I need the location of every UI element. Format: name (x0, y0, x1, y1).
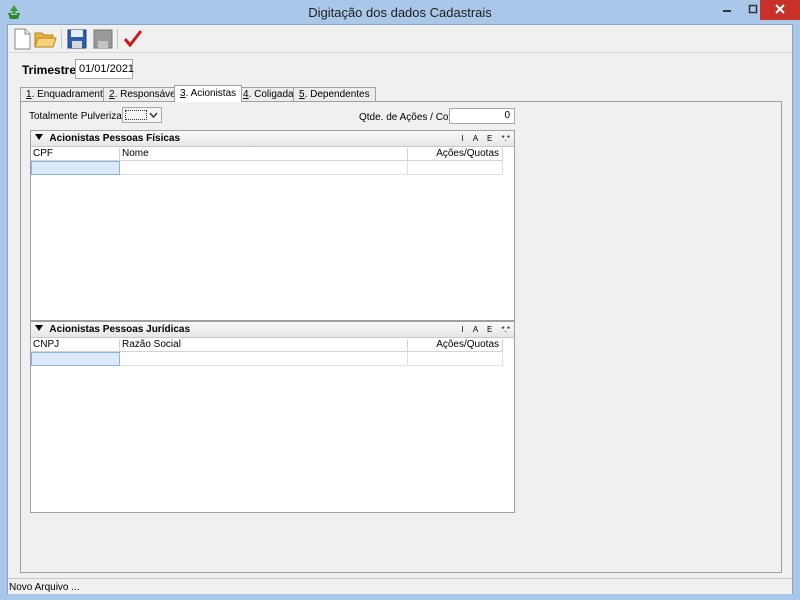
chevron-down-icon (149, 112, 158, 119)
column-acoes[interactable]: Ações/Quotas (408, 148, 503, 161)
save-button[interactable] (65, 27, 89, 51)
column-acoes[interactable]: Ações/Quotas (408, 339, 503, 352)
status-bar: Novo Arquivo ... (8, 578, 792, 594)
tab-label: . Responsáveis (114, 89, 183, 100)
cell-cnpj[interactable] (31, 352, 120, 366)
client-area: Trimestre 01/01/2021 1. Enquadramento 2.… (7, 24, 793, 594)
tab-dependentes[interactable]: 5. Dependentes (293, 87, 376, 101)
minimize-button[interactable] (714, 0, 740, 20)
trimestre-input[interactable]: 01/01/2021 (75, 59, 134, 79)
all-action[interactable]: *.* (502, 134, 510, 143)
toolbar-separator (61, 29, 62, 49)
grid-header[interactable]: Acionistas Pessoas Físicas I A E *.* (31, 131, 514, 147)
column-razao-social[interactable]: Razão Social (120, 339, 408, 352)
cell-cpf[interactable] (31, 161, 120, 175)
minimize-icon (723, 10, 731, 12)
insert-action[interactable]: I (461, 325, 463, 334)
column-nome[interactable]: Nome (120, 148, 408, 161)
grid-title-text: Acionistas Pessoas Físicas (49, 133, 181, 144)
alter-action[interactable]: A (473, 325, 478, 334)
open-button[interactable] (33, 27, 57, 51)
acionistas-panel: Totalmente Pulverizado Qtde. de Ações / … (20, 101, 782, 573)
pulverizado-label: Totalmente Pulverizado (29, 111, 133, 122)
trimestre-label: Trimestre (22, 63, 77, 77)
tab-label: . Coligadas (248, 89, 299, 100)
tab-label: . Dependentes (304, 89, 370, 100)
save-as-button[interactable] (91, 27, 115, 51)
close-button[interactable] (760, 0, 800, 20)
new-document-icon (14, 28, 31, 50)
delete-action[interactable]: E (487, 134, 492, 143)
column-cpf[interactable]: CPF (31, 148, 120, 161)
pulverizado-select[interactable] (122, 107, 162, 123)
checkmark-icon (123, 30, 143, 48)
title-bar[interactable]: Digitação dos dados Cadastrais (0, 0, 800, 24)
collapse-triangle-icon[interactable] (35, 133, 43, 141)
grid-pessoas-juridicas: Acionistas Pessoas Jurídicas I A E *.* C… (30, 321, 515, 513)
column-cnpj[interactable]: CNPJ (31, 339, 120, 352)
close-icon (775, 4, 785, 14)
qtde-label: Qtde. de Ações / Cotas (359, 112, 462, 123)
tab-acionistas[interactable]: 3. Acionistas (174, 85, 243, 102)
qtde-input[interactable]: 0 (449, 108, 515, 124)
grid-header[interactable]: Acionistas Pessoas Jurídicas I A E *.* (31, 322, 514, 338)
grid-pessoas-fisicas: Acionistas Pessoas Físicas I A E *.* CPF… (30, 130, 515, 321)
status-text: Novo Arquivo ... (9, 582, 80, 593)
alter-action[interactable]: A (473, 134, 478, 143)
new-button[interactable] (10, 27, 34, 51)
tab-enquadramento[interactable]: 1. Enquadramento (20, 87, 115, 101)
table-row[interactable] (31, 161, 514, 175)
maximize-icon (748, 4, 758, 14)
tab-label: . Acionistas (185, 88, 237, 99)
cell-acoes[interactable] (408, 352, 503, 366)
tab-label: . Enquadramento (31, 89, 109, 100)
column-headers: CPF Nome Ações/Quotas (31, 148, 514, 161)
all-action[interactable]: *.* (502, 325, 510, 334)
toolbar-separator (117, 29, 118, 49)
select-focus-box (125, 110, 147, 120)
cell-razao-social[interactable] (120, 352, 408, 366)
grid-actions: I A E *.* (454, 134, 510, 143)
collapse-triangle-icon[interactable] (35, 324, 43, 332)
confirm-button[interactable] (121, 27, 145, 51)
grid-actions: I A E *.* (454, 325, 510, 334)
table-row[interactable] (31, 352, 514, 366)
open-folder-icon (34, 32, 57, 48)
save-disabled-icon (93, 29, 113, 49)
cell-nome[interactable] (120, 161, 408, 175)
main-window: Digitação dos dados Cadastrais Trimestre… (0, 0, 800, 600)
column-headers: CNPJ Razão Social Ações/Quotas (31, 339, 514, 352)
grid-title: Acionistas Pessoas Físicas (35, 133, 180, 144)
cell-acoes[interactable] (408, 161, 503, 175)
delete-action[interactable]: E (487, 325, 492, 334)
grid-title-text: Acionistas Pessoas Jurídicas (49, 324, 191, 335)
window-title: Digitação dos dados Cadastrais (308, 5, 492, 20)
grid-title: Acionistas Pessoas Jurídicas (35, 324, 190, 335)
toolbar (8, 25, 792, 53)
insert-action[interactable]: I (461, 134, 463, 143)
save-floppy-icon (67, 29, 87, 49)
